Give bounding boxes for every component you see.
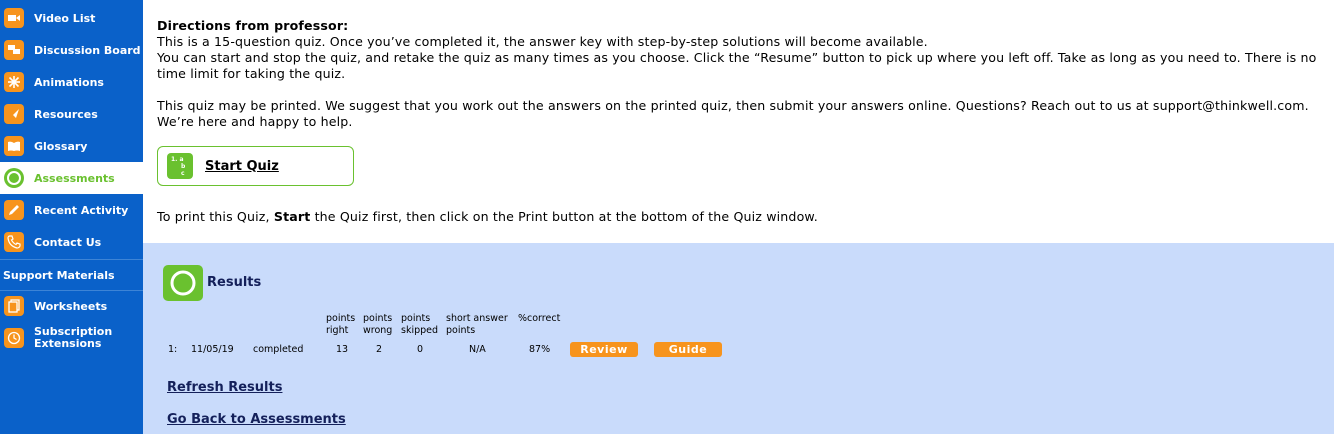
main-content: Directions from professor: This is a 15-… <box>143 0 1334 434</box>
guide-button[interactable]: Guide <box>654 342 722 357</box>
sidebar-item-label: Assessments <box>34 171 115 185</box>
sidebar-item-discussion-board[interactable]: Discussion Board <box>0 34 143 66</box>
sidebar-item-recent-activity[interactable]: Recent Activity <box>0 194 143 226</box>
column-header-line-2: skipped <box>401 325 439 336</box>
sidebar-item-label: Glossary <box>34 139 88 153</box>
discussion-icon <box>4 40 24 60</box>
sidebar-item-label: Recent Activity <box>34 203 129 217</box>
start-quiz-box[interactable]: 1. a b c Start Quiz <box>157 146 354 186</box>
refresh-results-link[interactable]: Refresh Results <box>167 380 282 395</box>
column-header-line-2: wrong <box>363 325 393 336</box>
print-note-bold: Start <box>273 209 311 224</box>
animation-icon <box>4 72 24 92</box>
quiz-icon: 1. a b c <box>167 153 193 179</box>
quiz-icon-text-1: 1. a <box>171 156 184 163</box>
sidebar-item-label: Animations <box>34 75 104 89</box>
column-header-points-right: points right <box>326 313 355 337</box>
directions-line-3: This quiz may be printed. We suggest tha… <box>157 98 1309 129</box>
result-date: 11/05/19 <box>191 344 234 355</box>
resources-icon <box>4 104 24 124</box>
column-header-line-1: points <box>326 313 356 324</box>
label-line-2: Extensions <box>34 337 102 350</box>
column-header-line-1: %correct <box>518 313 561 324</box>
result-points-skipped: 0 <box>417 344 424 355</box>
start-quiz-link[interactable]: Start Quiz <box>205 159 279 174</box>
sidebar-item-worksheets[interactable]: Worksheets <box>0 290 143 322</box>
clock-icon <box>4 328 24 348</box>
column-header-short-answer: short answer points <box>446 313 508 337</box>
directions-spacer <box>157 82 1329 98</box>
column-header-points-skipped: points skipped <box>401 313 438 337</box>
result-percent-correct: 87% <box>529 344 551 355</box>
result-short-answer: N/A <box>469 344 486 355</box>
column-header-line-1: short answer <box>446 313 508 324</box>
sidebar-item-label: Video List <box>34 11 96 25</box>
column-header-line-1: points <box>401 313 431 324</box>
print-note: To print this Quiz, Start the Quiz first… <box>157 209 818 224</box>
sidebar-item-label: Worksheets <box>34 299 108 313</box>
assessment-icon <box>4 168 24 188</box>
sidebar-item-video-list[interactable]: Video List <box>0 2 143 34</box>
directions: Directions from professor: This is a 15-… <box>157 18 1329 130</box>
glossary-icon <box>4 136 24 156</box>
column-header-line-2: right <box>326 325 349 336</box>
column-header-percent-correct: %correct <box>518 313 560 325</box>
pencil-icon <box>4 200 24 220</box>
sidebar-item-resources[interactable]: Resources <box>0 98 143 130</box>
sidebar-item-assessments[interactable]: Assessments <box>0 162 143 194</box>
sidebar-item-label: Discussion Board <box>34 43 141 57</box>
directions-line-1: This is a 15-question quiz. Once you’ve … <box>157 34 928 49</box>
sidebar: Video List Discussion Board Animations R… <box>0 0 143 434</box>
sidebar-item-subscription-extensions[interactable]: Subscription Extensions <box>0 322 143 354</box>
results-panel: Results points right points wrong points sk… <box>143 243 1334 434</box>
results-title: Results <box>207 275 262 290</box>
column-header-points-wrong: points wrong <box>363 313 392 337</box>
column-header-line-1: points <box>363 313 393 324</box>
sidebar-item-label: Subscription Extensions <box>34 326 112 350</box>
result-index: 1: <box>168 344 178 355</box>
back-to-assessments-link[interactable]: Go Back to Assessments <box>167 412 346 427</box>
sidebar-item-glossary[interactable]: Glossary <box>0 130 143 162</box>
print-note-after: the Quiz first, then click on the Print … <box>310 209 818 224</box>
quiz-icon-text-2: b <box>181 163 186 170</box>
directions-line-2: You can start and stop the quiz, and ret… <box>157 50 1317 81</box>
result-status: completed <box>253 344 304 355</box>
sidebar-item-animations[interactable]: Animations <box>0 66 143 98</box>
sidebar-item-label: Resources <box>34 107 98 121</box>
quiz-icon-text-3: c <box>181 170 185 177</box>
video-icon <box>4 8 24 28</box>
worksheet-icon <box>4 296 24 316</box>
sidebar-item-contact-us[interactable]: Contact Us <box>0 226 143 258</box>
review-button[interactable]: Review <box>570 342 638 357</box>
results-icon <box>163 265 203 301</box>
sidebar-item-label: Contact Us <box>34 235 102 249</box>
result-points-wrong: 2 <box>376 344 383 355</box>
phone-icon <box>4 232 24 252</box>
directions-heading: Directions from professor: <box>157 18 349 33</box>
support-materials-header: Support Materials <box>0 259 143 291</box>
column-header-line-2: points <box>446 325 476 336</box>
result-points-right: 13 <box>336 344 349 355</box>
print-note-before: To print this Quiz, <box>157 209 274 224</box>
